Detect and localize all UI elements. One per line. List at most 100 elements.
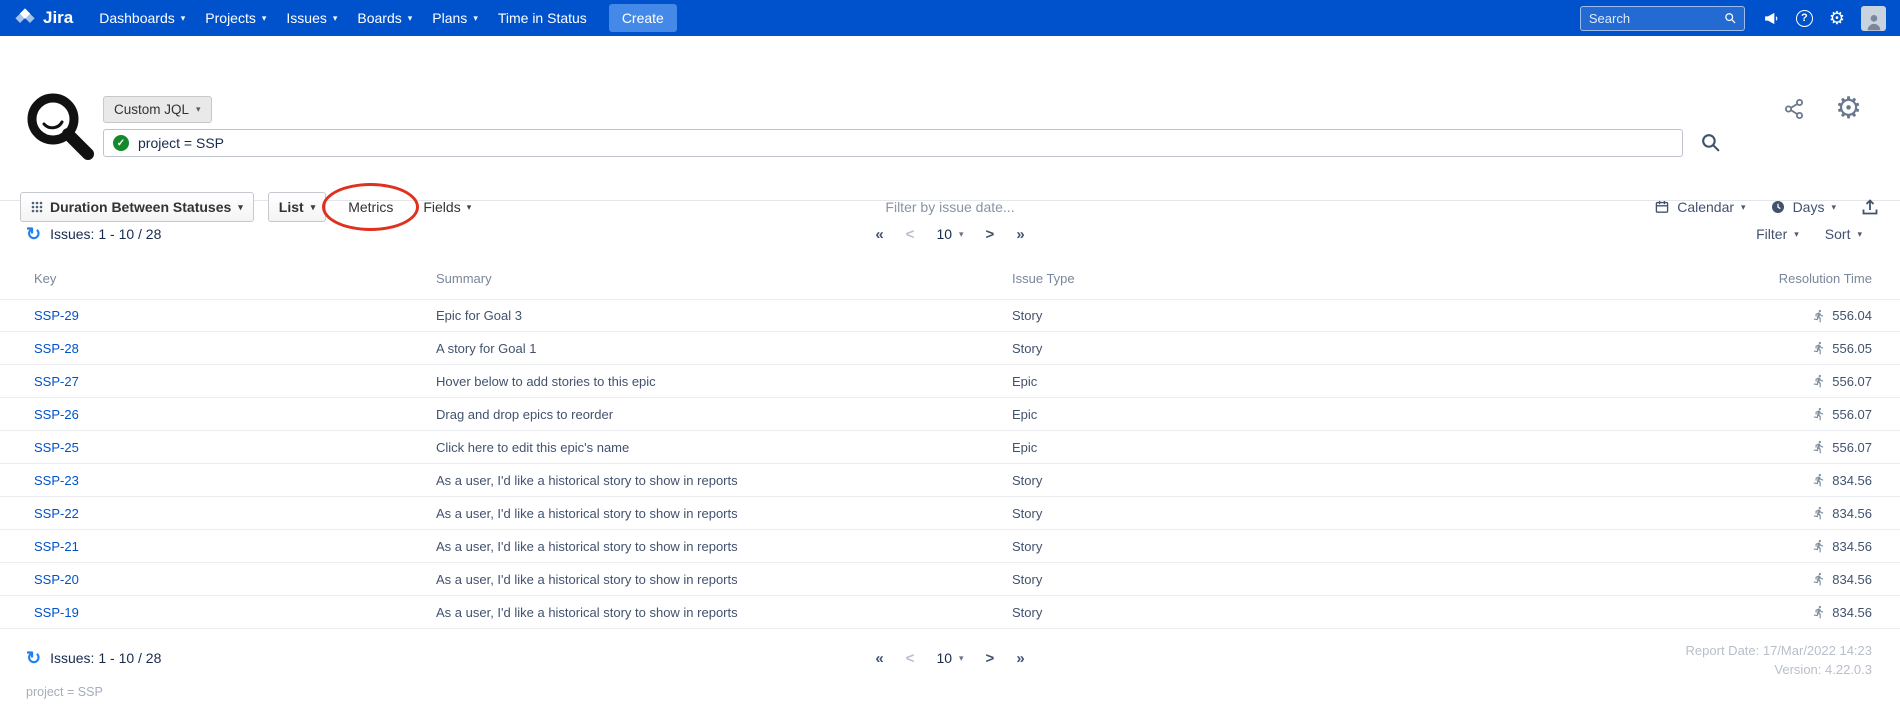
issue-key-link[interactable]: SSP-23 xyxy=(34,473,79,488)
create-button[interactable]: Create xyxy=(609,4,677,32)
report-info: Report Date: 17/Mar/2022 14:23 Version: … xyxy=(1686,641,1872,679)
prev-page-button[interactable]: < xyxy=(906,226,915,243)
last-page-button[interactable]: » xyxy=(1016,226,1024,243)
jira-brand[interactable]: Jira xyxy=(14,7,73,29)
refresh-button[interactable]: ↻ Issues: 1 - 10 / 28 xyxy=(26,225,161,243)
issue-resolution-value: 834.56 xyxy=(1832,473,1872,488)
nav-item-time-in-status[interactable]: Time in Status xyxy=(488,0,597,36)
jql-input[interactable]: ✓ project = SSP xyxy=(103,129,1683,157)
user-avatar[interactable] xyxy=(1861,6,1886,31)
table-row[interactable]: SSP-27 Hover below to add stories to thi… xyxy=(0,365,1900,398)
nav-item-projects[interactable]: Projects▾ xyxy=(195,0,276,36)
issue-table-body: SSP-29 Epic for Goal 3 Story 556.04 SSP-… xyxy=(0,299,1900,629)
search-icon[interactable] xyxy=(1724,11,1736,25)
view-label: List xyxy=(279,199,304,215)
fields-dropdown[interactable]: Fields ▾ xyxy=(415,193,479,221)
issue-resolution-value: 834.56 xyxy=(1832,506,1872,521)
time-unit-dropdown[interactable]: Days ▾ xyxy=(1770,199,1836,215)
issue-key-link[interactable]: SSP-25 xyxy=(34,440,79,455)
chevron-down-icon: ▾ xyxy=(1794,229,1799,240)
chevron-down-icon: ▾ xyxy=(262,13,267,24)
first-page-button[interactable]: « xyxy=(875,650,883,667)
next-page-button[interactable]: > xyxy=(986,650,995,667)
resolution-runner-icon xyxy=(1812,473,1826,487)
refresh-icon: ↻ xyxy=(26,225,41,243)
last-page-button[interactable]: » xyxy=(1016,650,1024,667)
page-size-dropdown[interactable]: 10 ▾ xyxy=(936,650,963,666)
report-type-dropdown[interactable]: Duration Between Statuses ▾ xyxy=(20,192,254,222)
issue-resolution-value: 556.04 xyxy=(1832,308,1872,323)
issue-resolution-value: 556.05 xyxy=(1832,341,1872,356)
issue-summary: Epic for Goal 3 xyxy=(436,308,1012,323)
issue-summary: Click here to edit this epic's name xyxy=(436,440,1012,455)
issue-key-link[interactable]: SSP-21 xyxy=(34,539,79,554)
nav-item-plans[interactable]: Plans▾ xyxy=(422,0,488,36)
jql-query-text: project = SSP xyxy=(138,135,224,151)
announcement-icon[interactable] xyxy=(1763,10,1780,27)
issue-type: Story xyxy=(1012,506,1632,521)
export-icon[interactable] xyxy=(1860,197,1880,217)
gear-icon[interactable]: ⚙ xyxy=(1829,9,1845,27)
table-row[interactable]: SSP-19 As a user, I'd like a historical … xyxy=(0,596,1900,629)
issue-key-link[interactable]: SSP-29 xyxy=(34,308,79,323)
view-dropdown[interactable]: List ▾ xyxy=(268,192,326,222)
report-date: Report Date: 17/Mar/2022 14:23 xyxy=(1686,641,1872,660)
chevron-down-icon: ▾ xyxy=(1741,202,1746,213)
toolbar-left-group: Duration Between Statuses ▾ List ▾ Metri… xyxy=(20,192,479,222)
chevron-down-icon: ▾ xyxy=(473,13,478,24)
jira-logo-icon xyxy=(14,7,36,29)
issue-key-link[interactable]: SSP-20 xyxy=(34,572,79,587)
table-row[interactable]: SSP-23 As a user, I'd like a historical … xyxy=(0,464,1900,497)
issue-key-link[interactable]: SSP-28 xyxy=(34,341,79,356)
issue-key-link[interactable]: SSP-27 xyxy=(34,374,79,389)
filter-dropdown[interactable]: Filter ▾ xyxy=(1756,226,1799,242)
issue-summary: As a user, I'd like a historical story t… xyxy=(436,473,1012,488)
header-actions: ⚙ xyxy=(1783,94,1862,124)
issue-key-link[interactable]: SSP-22 xyxy=(34,506,79,521)
help-icon[interactable]: ? xyxy=(1796,10,1813,27)
issue-key-link[interactable]: SSP-26 xyxy=(34,407,79,422)
table-row[interactable]: SSP-20 As a user, I'd like a historical … xyxy=(0,563,1900,596)
jql-search-button[interactable] xyxy=(1700,132,1721,158)
first-page-button[interactable]: « xyxy=(875,226,883,243)
nav-search-box[interactable] xyxy=(1580,6,1745,31)
prev-page-button[interactable]: < xyxy=(906,650,915,667)
issue-resolution-value: 834.56 xyxy=(1832,605,1872,620)
pagination-bottom: « < 10 ▾ > » xyxy=(875,650,1024,667)
nav-item-boards[interactable]: Boards▾ xyxy=(347,0,422,36)
resolution-runner-icon xyxy=(1812,440,1826,454)
issue-date-filter[interactable]: Filter by issue date... xyxy=(885,199,1014,215)
calendar-dropdown[interactable]: Calendar ▾ xyxy=(1654,199,1745,215)
table-header-row: Key Summary Issue Type Resolution Time xyxy=(0,263,1900,293)
table-row[interactable]: SSP-25 Click here to edit this epic's na… xyxy=(0,431,1900,464)
report-version: Version: 4.22.0.3 xyxy=(1686,660,1872,679)
table-row[interactable]: SSP-29 Epic for Goal 3 Story 556.04 xyxy=(0,299,1900,332)
nav-search-input[interactable] xyxy=(1589,11,1718,26)
chevron-down-icon: ▾ xyxy=(196,104,201,115)
time-unit-label: Days xyxy=(1793,199,1825,215)
chevron-down-icon: ▾ xyxy=(408,13,413,24)
table-row[interactable]: SSP-26 Drag and drop epics to reorder Ep… xyxy=(0,398,1900,431)
next-page-button[interactable]: > xyxy=(986,226,995,243)
chevron-down-icon: ▾ xyxy=(1831,202,1836,213)
page-size-value: 10 xyxy=(936,650,952,666)
issue-type: Story xyxy=(1012,473,1632,488)
issue-resolution-value: 556.07 xyxy=(1832,407,1872,422)
sort-dropdown[interactable]: Sort ▾ xyxy=(1825,226,1862,242)
pagination-top: « < 10 ▾ > » xyxy=(875,226,1024,243)
page-size-dropdown[interactable]: 10 ▾ xyxy=(936,226,963,242)
refresh-button-bottom[interactable]: ↻ Issues: 1 - 10 / 28 xyxy=(26,649,161,667)
chevron-down-icon: ▾ xyxy=(959,229,964,240)
table-row[interactable]: SSP-28 A story for Goal 1 Story 556.05 xyxy=(0,332,1900,365)
table-row[interactable]: SSP-22 As a user, I'd like a historical … xyxy=(0,497,1900,530)
settings-gear-icon[interactable]: ⚙ xyxy=(1835,94,1862,124)
nav-item-issues[interactable]: Issues▾ xyxy=(276,0,347,36)
nav-item-dashboards[interactable]: Dashboards▾ xyxy=(89,0,195,36)
issue-type: Story xyxy=(1012,539,1632,554)
issue-key-link[interactable]: SSP-19 xyxy=(34,605,79,620)
table-row[interactable]: SSP-21 As a user, I'd like a historical … xyxy=(0,530,1900,563)
share-icon[interactable] xyxy=(1783,98,1805,120)
brand-label: Jira xyxy=(43,8,73,28)
jql-mode-dropdown[interactable]: Custom JQL ▾ xyxy=(103,96,212,123)
metrics-button[interactable]: Metrics xyxy=(340,193,401,221)
